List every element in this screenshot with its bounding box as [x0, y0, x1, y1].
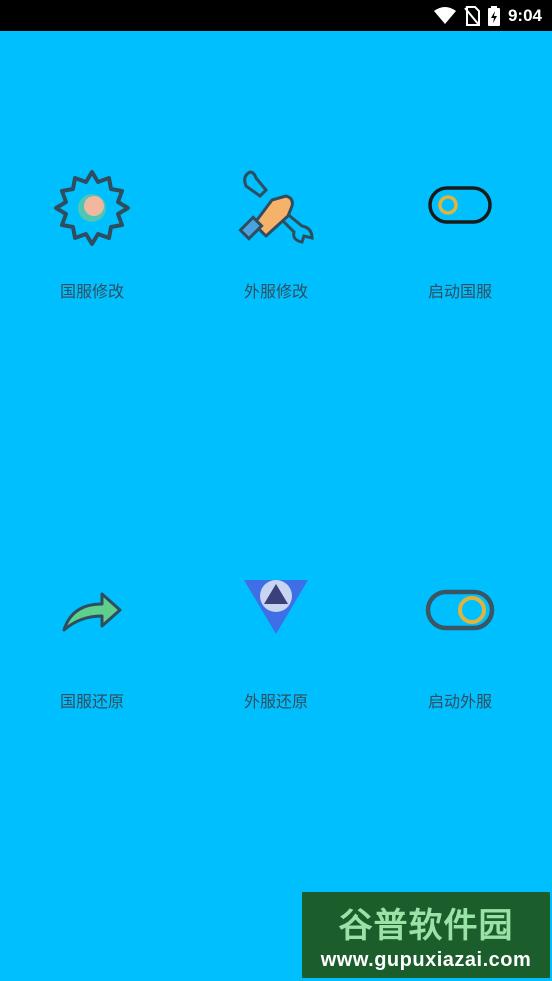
battery-charging-icon	[487, 6, 500, 26]
watermark-logo: 谷普软件园 www.gupuxiazai.com	[302, 892, 550, 978]
gear-icon	[54, 170, 130, 246]
tile-cn-restore[interactable]: 国服还原	[0, 576, 184, 746]
tile-intl-modify[interactable]: 外服修改	[184, 166, 368, 336]
status-icons: 9:04	[433, 5, 542, 27]
share-arrow-icon	[62, 592, 122, 632]
tile-label: 国服还原	[59, 692, 124, 711]
tile-launch-intl[interactable]: 启动外服	[368, 576, 552, 746]
status-bar: 9:04	[0, 0, 552, 31]
tile-label: 外服修改	[243, 282, 308, 301]
tile-label: 外服还原	[243, 692, 308, 711]
tile-intl-restore[interactable]: 外服还原	[184, 576, 368, 746]
tile-label: 启动外服	[427, 692, 492, 711]
wrench-icon	[238, 170, 314, 244]
watermark-title: 谷普软件园	[338, 907, 514, 945]
tile-cn-modify[interactable]: 国服修改	[0, 166, 184, 336]
tile-launch-cn[interactable]: 启动国服	[368, 166, 552, 336]
wifi-icon	[433, 7, 456, 24]
tile-label: 国服修改	[59, 282, 124, 301]
toggle-off-icon	[428, 186, 492, 224]
no-sim-icon	[464, 6, 480, 26]
toggle-on-icon	[425, 589, 495, 631]
action-grid: 国服修改 外服修改 启动国服 国服还原 外服还原 启动外服	[0, 31, 552, 981]
triangle-logo-icon	[244, 580, 308, 634]
watermark-url: www.gupuxiazai.com	[320, 949, 532, 971]
clock: 9:04	[507, 6, 542, 25]
tile-label: 启动国服	[427, 282, 492, 301]
